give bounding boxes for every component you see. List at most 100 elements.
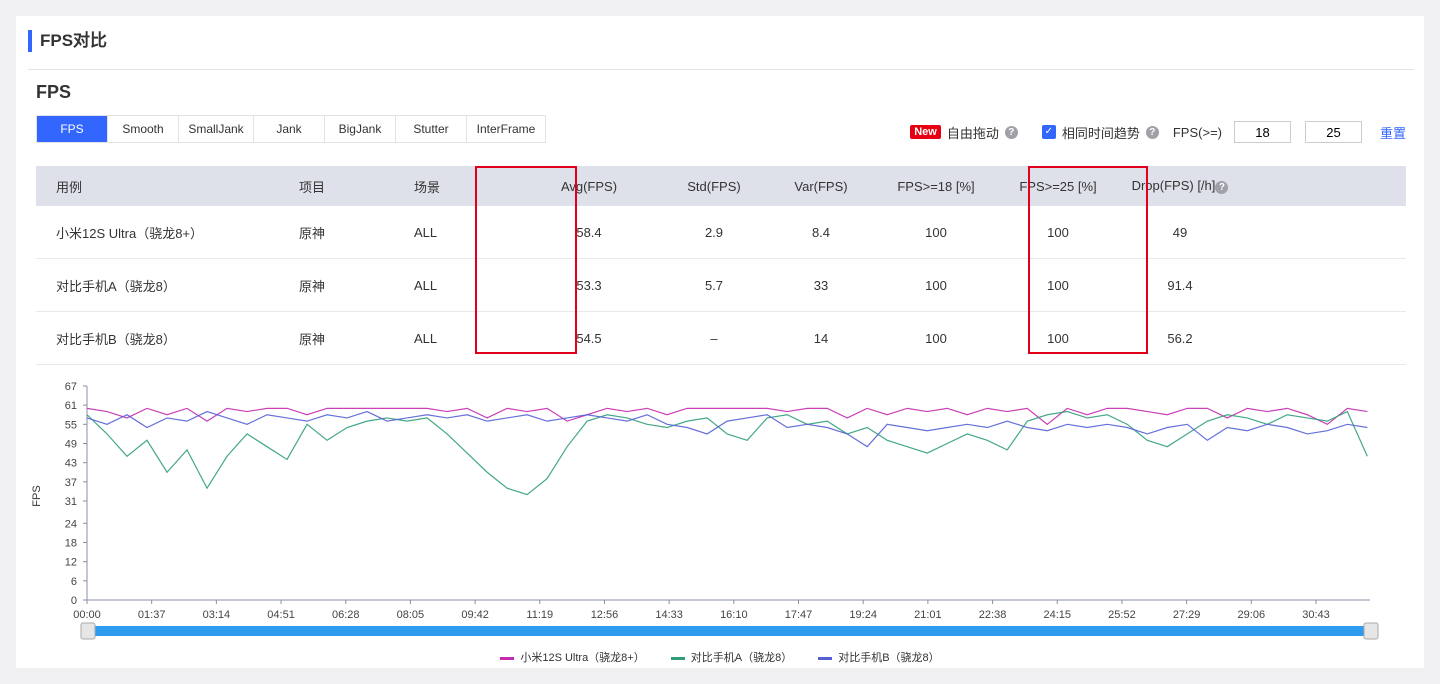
y-tick-label: 31 — [65, 496, 77, 508]
fps-table: 用例 项目 场景 Avg(FPS) Std(FPS) Var(FPS) FPS>=18 [%… — [36, 166, 1406, 365]
reset-link[interactable]: 重置 — [1380, 123, 1406, 142]
drop-fps-highlight — [1028, 166, 1148, 354]
same-time-trend-checkbox[interactable]: ✓ — [1041, 125, 1056, 139]
sub-title: FPS — [36, 82, 72, 102]
y-tick-label: 43 — [65, 458, 77, 470]
x-tick-label: 09:42 — [461, 609, 489, 621]
tab-bigjank[interactable]: BigJank — [325, 116, 396, 142]
table-row: 小米12S Ultra（骁龙8+） 原神 ALL 58.4 2.9 8.4 100 100 49 — [36, 206, 1406, 259]
x-tick-label: 12:56 — [591, 609, 619, 621]
column-header: 用例 — [36, 166, 279, 206]
time-range-slider[interactable] — [87, 626, 1370, 636]
legend-item[interactable]: 对比手机A（骁龙8） — [670, 649, 793, 665]
x-tick-label: 16:10 — [720, 609, 748, 621]
metric-tabs: FPS Smooth SmallJank Jank BigJank Stutter Inte… — [36, 115, 546, 143]
fps-threshold-label: FPS(>=) — [1172, 124, 1222, 140]
table-row: 对比手机A（骁龙8） 原神 ALL 53.3 5.7 33 100 100 91.4 — [36, 258, 1406, 312]
table-cell: 对比手机B（骁龙8） — [36, 311, 279, 365]
tab-smooth[interactable]: Smooth — [108, 116, 179, 142]
column-header-label: FPS>=18 [%] — [897, 178, 975, 194]
table-cell: 100 — [877, 311, 995, 365]
y-tick-label: 49 — [65, 438, 77, 450]
controls: New 自由拖动 ? ✓ 相同时间趋势 ? FPS(>=) 重置 — [910, 121, 1406, 143]
table-cell: 8.4 — [765, 206, 877, 259]
tab-jank[interactable]: Jank — [254, 116, 325, 142]
y-tick-label: 18 — [65, 538, 77, 550]
table-cell-spacer — [1239, 206, 1406, 259]
legend-swatch — [670, 656, 685, 660]
fps-threshold-2-input[interactable] — [1304, 121, 1362, 143]
table-row: 对比手机B（骁龙8） 原神 ALL 54.5–14 100 100 56.2 — [36, 311, 1406, 365]
legend-swatch — [818, 656, 833, 660]
x-tick-label: 03:14 — [203, 609, 231, 621]
column-header: 项目 — [279, 166, 394, 206]
legend-item[interactable]: 小米12S Ultra（骁龙8+） — [500, 649, 645, 665]
table-cell: 原神 — [279, 206, 394, 259]
table-cell: – — [663, 311, 765, 365]
x-tick-label: 25:52 — [1108, 609, 1136, 621]
avg-fps-highlight — [475, 166, 577, 354]
slider-left-handle[interactable] — [80, 622, 96, 640]
help-icon[interactable]: ? — [1145, 125, 1159, 139]
table-cell: 14 — [765, 311, 877, 365]
x-tick-label: 11:19 — [526, 609, 553, 621]
tab-fps[interactable]: FPS — [37, 116, 108, 142]
divider — [28, 69, 1414, 70]
same-time-trend-label: 相同时间趋势 — [1061, 125, 1140, 141]
x-tick-label: 14:33 — [655, 609, 683, 621]
column-header-label: 场景 — [414, 179, 441, 195]
help-icon[interactable]: ? — [1215, 181, 1229, 194]
tab-smalljank[interactable]: SmallJank — [179, 116, 254, 142]
y-tick-label: 61 — [65, 400, 77, 412]
column-header: FPS>=18 [%] — [877, 166, 995, 206]
table-cell: 原神 — [279, 311, 394, 365]
legend-swatch — [500, 656, 515, 660]
tab-interframe[interactable]: InterFrame — [467, 116, 545, 142]
column-header-label: Std(FPS) — [687, 178, 741, 194]
slider-right-handle[interactable] — [1363, 622, 1379, 640]
table-cell: 100 — [877, 258, 995, 312]
section-title: FPS对比 — [28, 30, 107, 52]
new-badge: New — [910, 125, 941, 139]
legend-label: 对比手机A（骁龙8） — [690, 652, 793, 664]
x-tick-label: 22:38 — [979, 609, 1007, 621]
legend-item[interactable]: 对比手机B（骁龙8） — [818, 649, 940, 665]
y-tick-label: 0 — [71, 595, 77, 607]
column-header-label: 用例 — [56, 179, 83, 195]
fps-comparison-card: FPS对比 FPS FPS Smooth SmallJank Jank BigJank S… — [16, 16, 1424, 668]
y-tick-label: 55 — [65, 419, 77, 431]
chart-legend: 小米12S Ultra（骁龙8+） 对比手机A（骁龙8） 对比手机B（骁龙8） — [16, 649, 1424, 665]
legend-label: 小米12S Ultra（骁龙8+） — [520, 652, 645, 664]
free-drag-label[interactable]: 自由拖动 — [947, 123, 999, 142]
series-line-1 — [86, 410, 1368, 496]
legend-label: 对比手机B（骁龙8） — [838, 652, 940, 664]
x-tick-label: 19:24 — [849, 609, 877, 621]
x-tick-label: 29:06 — [1238, 609, 1266, 621]
tab-stutter[interactable]: Stutter — [396, 116, 467, 142]
column-header: Var(FPS) — [765, 166, 877, 206]
table-cell: 5.7 — [663, 258, 765, 312]
y-tick-label: 6 — [71, 576, 77, 588]
column-header-label: 项目 — [299, 179, 326, 195]
x-tick-label: 06:28 — [332, 609, 360, 621]
x-tick-label: 30:43 — [1302, 609, 1330, 621]
table-cell-spacer — [1239, 311, 1406, 365]
y-tick-label: 67 — [65, 381, 77, 393]
table-cell-spacer — [1239, 258, 1406, 312]
table-cell: 小米12S Ultra（骁龙8+） — [36, 206, 279, 259]
help-icon[interactable]: ? — [1004, 125, 1018, 139]
x-tick-label: 08:05 — [397, 609, 425, 621]
y-tick-label: 24 — [65, 518, 77, 530]
x-tick-label: 00:00 — [73, 609, 101, 621]
table-cell: 33 — [765, 258, 877, 312]
table-cell: 100 — [877, 206, 995, 259]
x-tick-label: 17:47 — [785, 609, 813, 621]
table-cell: 2.9 — [663, 206, 765, 259]
y-tick-label: 12 — [65, 557, 77, 569]
column-header-label: Var(FPS) — [794, 178, 848, 194]
x-tick-label: 27:29 — [1173, 609, 1201, 621]
fps-threshold-1-input[interactable] — [1233, 121, 1291, 143]
y-axis-label: FPS — [31, 485, 43, 506]
x-tick-label: 21:01 — [914, 609, 942, 621]
column-header-spacer — [1239, 166, 1406, 206]
